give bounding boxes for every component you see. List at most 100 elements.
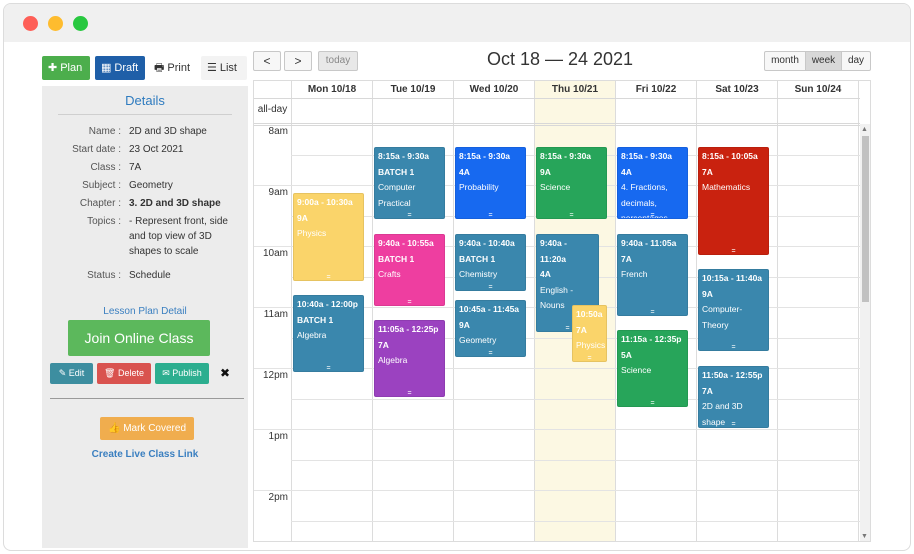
- join-online-class-button[interactable]: Join Online Class: [68, 320, 210, 356]
- title-bar: [4, 4, 910, 42]
- calendar-event[interactable]: 8:15a - 9:30a 4A 4. Fractions, decimals, p…: [617, 147, 688, 219]
- close-window-button[interactable]: [23, 16, 38, 31]
- day-header: Sun 10/24: [777, 81, 858, 98]
- calendar-event[interactable]: 11:50a - 12:55p 7A 2D and 3D shape =: [698, 366, 769, 428]
- event-group: BATCH 1: [297, 314, 334, 325]
- prev-week-button[interactable]: <: [253, 51, 281, 71]
- event-title: Science: [621, 365, 652, 375]
- calendar-event[interactable]: 9:40a - 10:55a BATCH 1 Crafts =: [374, 234, 445, 306]
- event-time: 9:40a - 11:05a: [621, 238, 677, 248]
- maximize-window-button[interactable]: [73, 16, 88, 31]
- day-header: Sat 10/23: [696, 81, 777, 98]
- week-view-button[interactable]: week: [805, 51, 842, 71]
- scroll-down-icon[interactable]: ▼: [861, 533, 868, 540]
- event-time: 11:50a - 12:55p: [702, 370, 763, 380]
- calendar-event[interactable]: 8:15a - 9:30a 4A Probability =: [455, 147, 526, 219]
- print-button[interactable]: 🖶 Print: [148, 56, 198, 80]
- time-label: 9am: [268, 187, 288, 198]
- event-title: Mathematics: [702, 182, 751, 192]
- close-icon[interactable]: ✖: [215, 363, 235, 384]
- calendar-event[interactable]: 10:50a 7A Physics =: [572, 305, 607, 362]
- list-button[interactable]: ☰ List: [201, 56, 247, 80]
- publish-label: Publish: [172, 368, 202, 378]
- event-group: BATCH 1: [459, 253, 496, 264]
- mark-covered-button[interactable]: 👍 Mark Covered: [100, 417, 194, 440]
- detail-key: Name :: [88, 126, 121, 137]
- calendar-event[interactable]: 10:40a - 12:00p BATCH 1 Algebra =: [293, 295, 364, 372]
- detail-key: Class :: [90, 162, 121, 173]
- detail-value: Geometry: [129, 180, 173, 191]
- calendar-event[interactable]: 8:15a - 9:30a BATCH 1 Computer Practical =: [374, 147, 445, 219]
- scroll-thumb[interactable]: [862, 136, 869, 302]
- printer-icon: 🖶: [154, 62, 165, 74]
- event-time: 8:15a - 9:30a: [540, 151, 592, 161]
- edit-icon: ✎: [58, 368, 69, 378]
- print-label: Print: [167, 62, 191, 74]
- resize-handle[interactable]: =: [573, 355, 606, 361]
- trash-icon: 🗑: [104, 368, 118, 378]
- calendar-event[interactable]: 8:15a - 9:30a 9A Science =: [536, 147, 607, 219]
- resize-handle[interactable]: =: [618, 400, 687, 406]
- slot-line: [254, 490, 860, 491]
- detail-key: Subject :: [82, 180, 121, 191]
- resize-handle[interactable]: =: [699, 344, 768, 350]
- delete-button[interactable]: 🗑 Delete: [97, 363, 151, 384]
- resize-handle[interactable]: =: [294, 274, 363, 280]
- resize-handle[interactable]: =: [294, 365, 363, 371]
- next-week-button[interactable]: >: [284, 51, 312, 71]
- edit-button[interactable]: ✎ Edit: [50, 363, 93, 384]
- lesson-plan-detail-link[interactable]: Lesson Plan Detail: [42, 306, 248, 317]
- event-group: 4A: [621, 166, 632, 177]
- minimize-window-button[interactable]: [48, 16, 63, 31]
- vertical-scrollbar[interactable]: ▲ ▼: [860, 124, 870, 541]
- event-time: 9:40a - 11:20a: [540, 238, 567, 264]
- plan-button[interactable]: ✚ Plan: [42, 56, 90, 80]
- resize-handle[interactable]: =: [456, 350, 525, 356]
- calendar-event[interactable]: 9:40a - 11:05a 7A French =: [617, 234, 688, 316]
- resize-handle[interactable]: =: [699, 248, 768, 254]
- event-group: 4A: [459, 166, 470, 177]
- plan-label: Plan: [60, 62, 83, 74]
- month-view-button[interactable]: month: [764, 51, 806, 71]
- day-header: Mon 10/18: [291, 81, 372, 98]
- event-time: 8:15a - 9:30a: [621, 151, 673, 161]
- row-divider: [254, 123, 860, 124]
- detail-key: Start date :: [72, 144, 121, 155]
- event-time: 10:45a - 11:45a: [459, 304, 520, 314]
- calendar-event[interactable]: 9:00a - 10:30a 9A Physics =: [293, 193, 364, 281]
- event-group: 9A: [540, 166, 551, 177]
- create-live-class-link[interactable]: Create Live Class Link: [42, 449, 248, 460]
- event-title: Physics: [297, 228, 327, 238]
- resize-handle[interactable]: =: [537, 212, 606, 218]
- calendar-event[interactable]: 11:05a - 12:25p 7A Algebra =: [374, 320, 445, 397]
- envelope-icon: ✉: [162, 368, 173, 378]
- event-time: 9:40a - 10:55a: [378, 238, 434, 248]
- resize-handle[interactable]: =: [375, 212, 444, 218]
- today-button[interactable]: today: [318, 51, 358, 71]
- time-label: 11am: [263, 309, 288, 320]
- event-group: 9A: [702, 288, 713, 299]
- row-divider: [254, 125, 860, 126]
- resize-handle[interactable]: =: [618, 309, 687, 315]
- details-panel: Details Name : 2D and 3D shape Start dat…: [42, 86, 248, 548]
- calendar-event[interactable]: 9:40a - 10:40a BATCH 1 Chemistry =: [455, 234, 526, 291]
- publish-button[interactable]: ✉ Publish: [155, 363, 209, 384]
- calendar-event[interactable]: 10:15a - 11:40a 9A Computer-Theory =: [698, 269, 769, 351]
- calendar-event[interactable]: 11:15a - 12:35p 5A Science =: [617, 330, 688, 407]
- event-time: 10:50a: [576, 309, 603, 319]
- resize-handle[interactable]: =: [456, 284, 525, 290]
- event-time: 9:00a - 10:30a: [297, 197, 353, 207]
- calendar-event[interactable]: 10:45a - 11:45a 9A Geometry =: [455, 300, 526, 357]
- detail-value: 2D and 3D shape: [129, 126, 207, 137]
- week-grid: all-day ▲ ▼ Mon 10/18 Tue 10/19 Wed 10/20 T…: [253, 80, 871, 542]
- plus-icon: ✚: [48, 62, 58, 74]
- draft-button[interactable]: ▦ Draft: [95, 56, 145, 80]
- resize-handle[interactable]: =: [618, 212, 687, 218]
- resize-handle[interactable]: =: [375, 390, 444, 396]
- resize-handle[interactable]: =: [699, 421, 768, 427]
- scroll-up-icon[interactable]: ▲: [861, 126, 868, 133]
- calendar-event[interactable]: 8:15a - 10:05a 7A Mathematics =: [698, 147, 769, 255]
- day-view-button[interactable]: day: [841, 51, 871, 71]
- resize-handle[interactable]: =: [456, 212, 525, 218]
- resize-handle[interactable]: =: [375, 299, 444, 305]
